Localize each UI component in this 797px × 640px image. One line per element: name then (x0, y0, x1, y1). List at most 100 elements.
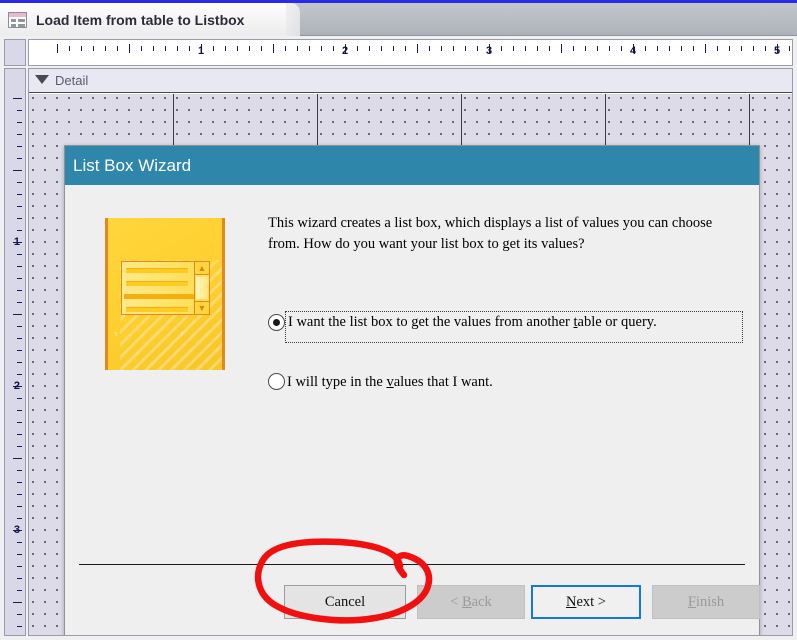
ruler-tick (17, 338, 22, 339)
ruler-tick (17, 494, 22, 495)
ruler-tick (381, 46, 382, 51)
wizard-prompt-text: This wizard creates a list box, which di… (268, 215, 713, 253)
ruler-tick (57, 44, 58, 53)
ruler-tick (105, 46, 106, 51)
list-box-wizard-dialog[interactable]: List Box Wizard ▲ ▼ This wizard creates … (64, 145, 760, 635)
illustration-row (126, 268, 188, 273)
ruler-tick (17, 278, 22, 279)
illustration-listbox: ▲ ▼ (121, 261, 210, 315)
form-design-icon (8, 11, 27, 28)
hruler-label-1: 1 (197, 45, 205, 57)
ruler-tick (465, 46, 466, 51)
ruler-tick (333, 46, 334, 51)
ruler-tick (13, 602, 22, 603)
ruler-tick (477, 46, 478, 51)
next-button[interactable]: Next > (531, 585, 641, 619)
ruler-tick (705, 44, 706, 53)
ruler-tick (17, 578, 22, 579)
ruler-tick (129, 44, 130, 53)
form-grid-canvas[interactable]: List Box Wizard ▲ ▼ This wizard creates … (29, 94, 792, 635)
ruler-tick (753, 46, 754, 51)
document-tab-label: Load Item from table to Listbox (36, 11, 245, 28)
illustration-row-selected (124, 294, 197, 299)
ruler-tick (17, 470, 22, 471)
horizontal-ruler[interactable]: 1 2 3 4 5 (28, 39, 793, 66)
ruler-tick (621, 46, 622, 51)
document-tab[interactable]: Load Item from table to Listbox (0, 3, 300, 36)
ruler-tick (17, 542, 22, 543)
cancel-button-label: Cancel (324, 593, 366, 610)
ruler-tick (249, 46, 250, 51)
ruler-tick (17, 230, 22, 231)
vruler-label-3: 3 (13, 524, 20, 536)
ruler-tick (369, 46, 370, 51)
ruler-tick (177, 46, 178, 51)
ruler-tick (17, 398, 22, 399)
ruler-tick (17, 290, 22, 291)
option-2-text-after: alues that I want. (393, 374, 493, 390)
ruler-tick (693, 46, 694, 51)
finish-button-label: Finish (687, 593, 725, 610)
ruler-tick (17, 158, 22, 159)
ruler-tick (17, 362, 22, 363)
ruler-tick (93, 46, 94, 51)
ruler-tick (17, 590, 22, 591)
ruler-tick (501, 46, 502, 51)
ruler-tick (17, 110, 22, 111)
illustration-scrollbar: ▲ ▼ (194, 262, 209, 314)
form-design-surface[interactable]: Detail List Box Wizard ▲ ▼ This wizard c… (28, 68, 793, 636)
ruler-tick (537, 46, 538, 51)
ruler-tick (357, 46, 358, 51)
ruler-tick (393, 46, 394, 51)
ruler-tick (225, 46, 226, 51)
detail-section-header[interactable]: Detail (29, 69, 792, 93)
ruler-tick (765, 46, 766, 51)
ruler-tick (17, 446, 22, 447)
collapse-arrow-icon[interactable] (35, 75, 49, 84)
ruler-tick (141, 46, 142, 51)
vruler-label-1: 1 (13, 236, 20, 248)
cancel-button[interactable]: Cancel (284, 585, 406, 619)
ruler-tick (681, 46, 682, 51)
ruler-tick (549, 46, 550, 51)
wizard-option-from-table-or-query[interactable]: I want the list box to get the values fr… (268, 311, 743, 343)
ruler-tick (309, 46, 310, 51)
vruler-label-2: 2 (13, 380, 20, 392)
wizard-footer-separator (79, 564, 745, 565)
ruler-tick (285, 46, 286, 51)
wizard-option-1-focus-frame: I want the list box to get the values fr… (285, 311, 743, 343)
ruler-tick (441, 46, 442, 51)
wizard-title-bar: List Box Wizard (65, 146, 759, 185)
radio-type-in-values[interactable] (268, 373, 285, 390)
ruler-tick (153, 46, 154, 51)
option-2-accel: v (386, 374, 394, 390)
wizard-option-2-label: I will type in the values that I want. (287, 374, 493, 390)
radio-from-table-or-query[interactable] (268, 314, 285, 331)
ruler-tick (17, 302, 22, 303)
ruler-tick (165, 46, 166, 51)
document-tab-strip: Load Item from table to Listbox (0, 3, 797, 36)
back-button: < Back (417, 585, 525, 619)
ruler-tick (429, 46, 430, 51)
ruler-tick (13, 170, 22, 171)
ruler-tick (17, 266, 22, 267)
ruler-tick (657, 46, 658, 51)
ruler-tick (717, 46, 718, 51)
ruler-tick (13, 314, 22, 315)
ruler-tick (17, 374, 22, 375)
vertical-ruler[interactable]: 1 2 3 (4, 68, 26, 636)
ruler-tick (189, 46, 190, 51)
hruler-label-4: 4 (629, 45, 637, 57)
ruler-tick (17, 422, 22, 423)
illustration-row (126, 307, 188, 312)
ruler-tick (297, 46, 298, 51)
illustration-row (126, 281, 188, 286)
hruler-label-2: 2 (341, 45, 349, 57)
ruler-tick (17, 146, 22, 147)
ruler-tick (453, 46, 454, 51)
wizard-option-type-in-values[interactable]: I will type in the values that I want. (268, 372, 495, 392)
ruler-tick (17, 218, 22, 219)
ruler-tick (273, 44, 274, 53)
ruler-tick (17, 434, 22, 435)
chevron-up-icon: ▲ (195, 262, 209, 275)
